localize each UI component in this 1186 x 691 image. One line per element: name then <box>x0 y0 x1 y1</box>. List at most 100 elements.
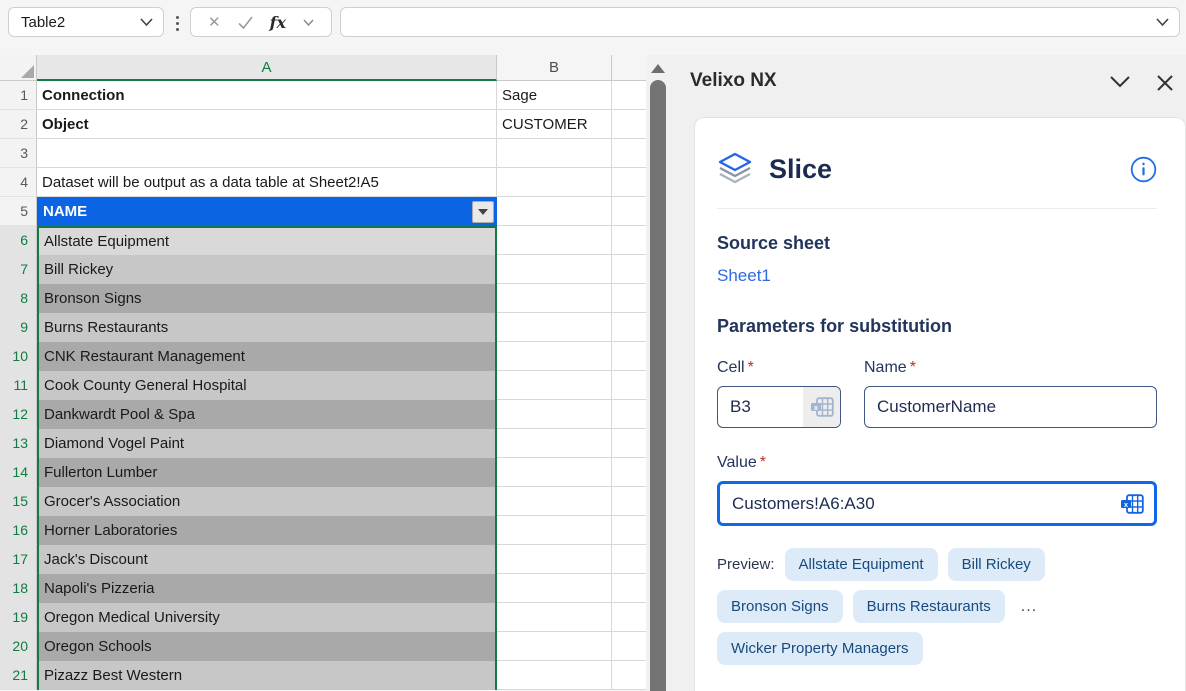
table-row-7: 7 Bill Rickey <box>0 255 646 284</box>
row-number-10[interactable]: 10 <box>0 342 37 371</box>
cell-b9[interactable] <box>497 313 612 342</box>
cell-b14[interactable] <box>497 458 612 487</box>
formula-buttons: ✕ fx <box>190 7 332 37</box>
row-number-2[interactable]: 2 <box>0 110 37 139</box>
cell-a20[interactable]: Oregon Schools <box>37 632 497 661</box>
filter-arrow-icon <box>478 209 488 215</box>
cell-a16[interactable]: Horner Laboratories <box>37 516 497 545</box>
cell-b20[interactable] <box>497 632 612 661</box>
row-number-4[interactable]: 4 <box>0 168 37 197</box>
formula-bar[interactable] <box>340 7 1180 37</box>
cell-a9[interactable]: Burns Restaurants <box>37 313 497 342</box>
name-box[interactable]: Table2 <box>8 7 164 37</box>
cell-b19[interactable] <box>497 603 612 632</box>
column-header-a[interactable]: A <box>37 55 497 81</box>
cell-a15[interactable]: Grocer's Association <box>37 487 497 516</box>
cell-a3[interactable] <box>37 139 497 168</box>
cell-a7[interactable]: Bill Rickey <box>37 255 497 284</box>
table-row-10: 10 CNK Restaurant Management <box>0 342 646 371</box>
cell-a11[interactable]: Cook County General Hospital <box>37 371 497 400</box>
cell-b12[interactable] <box>497 400 612 429</box>
cell-b4[interactable] <box>497 168 612 197</box>
column-header-b[interactable]: B <box>497 55 612 81</box>
preview-chip: Bill Rickey <box>948 548 1045 581</box>
row-number-19[interactable]: 19 <box>0 603 37 632</box>
source-sheet-link[interactable]: Sheet1 <box>717 266 771 286</box>
vertical-scrollbar[interactable] <box>646 55 670 691</box>
cell-b21[interactable] <box>497 661 612 690</box>
column-header-c[interactable] <box>612 55 646 81</box>
enter-icon[interactable] <box>238 16 253 29</box>
cell-a21[interactable]: Pizazz Best Western <box>37 661 497 690</box>
cell-b18[interactable] <box>497 574 612 603</box>
filter-dropdown-button[interactable] <box>472 201 494 223</box>
formula-bar-expand-icon[interactable] <box>1156 18 1169 26</box>
close-pane-icon[interactable] <box>1156 74 1174 92</box>
row-number-3[interactable]: 3 <box>0 139 37 168</box>
cell-b3[interactable] <box>497 139 612 168</box>
row-number-18[interactable]: 18 <box>0 574 37 603</box>
cell-b5[interactable] <box>497 197 612 226</box>
cell-a17[interactable]: Jack's Discount <box>37 545 497 574</box>
more-options-icon[interactable] <box>172 12 182 34</box>
cell-a19[interactable]: Oregon Medical University <box>37 603 497 632</box>
collapse-pane-icon[interactable] <box>1109 75 1131 88</box>
cell-a5-table-header[interactable]: NAME <box>37 197 497 226</box>
spreadsheet-grid: A B 1 Connection Sage 2 Object CUSTOMER … <box>0 55 646 690</box>
cell-a4[interactable]: Dataset will be output as a data table a… <box>37 168 497 197</box>
cancel-icon[interactable]: ✕ <box>208 13 221 31</box>
value-label: Value <box>717 454 757 471</box>
row-number-11[interactable]: 11 <box>0 371 37 400</box>
row-number-14[interactable]: 14 <box>0 458 37 487</box>
cell-a6[interactable]: Allstate Equipment <box>37 226 497 255</box>
table-row-3: 3 <box>0 139 646 168</box>
row-number-16[interactable]: 16 <box>0 516 37 545</box>
table-row-1: 1 Connection Sage <box>0 81 646 110</box>
cell-b8[interactable] <box>497 284 612 313</box>
row-number-5[interactable]: 5 <box>0 197 37 226</box>
table-row-2: 2 Object CUSTOMER <box>0 110 646 139</box>
cell-a14[interactable]: Fullerton Lumber <box>37 458 497 487</box>
value-range-picker-button[interactable]: x <box>1110 494 1154 514</box>
cell-range-picker-button[interactable]: x <box>803 387 840 427</box>
value-input[interactable] <box>720 494 1110 514</box>
cell-a13[interactable]: Diamond Vogel Paint <box>37 429 497 458</box>
cell-a8[interactable]: Bronson Signs <box>37 284 497 313</box>
cell-a1[interactable]: Connection <box>37 81 497 110</box>
row-number-15[interactable]: 15 <box>0 487 37 516</box>
row-number-6[interactable]: 6 <box>0 226 37 255</box>
cell-b11[interactable] <box>497 371 612 400</box>
cell-b16[interactable] <box>497 516 612 545</box>
cell-b7[interactable] <box>497 255 612 284</box>
cell-b1[interactable]: Sage <box>497 81 612 110</box>
cell-a18[interactable]: Napoli's Pizzeria <box>37 574 497 603</box>
cell-b6[interactable] <box>497 226 612 255</box>
slice-title: Slice <box>769 154 832 185</box>
row-number-1[interactable]: 1 <box>0 81 37 110</box>
cell-b15[interactable] <box>497 487 612 516</box>
cell-b17[interactable] <box>497 545 612 574</box>
cell-a2[interactable]: Object <box>37 110 497 139</box>
cell-a12[interactable]: Dankwardt Pool & Spa <box>37 400 497 429</box>
function-chevron-icon[interactable] <box>303 19 314 26</box>
name-input[interactable] <box>865 397 1156 417</box>
cell-b13[interactable] <box>497 429 612 458</box>
row-number-13[interactable]: 13 <box>0 429 37 458</box>
row-number-8[interactable]: 8 <box>0 284 37 313</box>
cell-a10[interactable]: CNK Restaurant Management <box>37 342 497 371</box>
cell-b2[interactable]: CUSTOMER <box>497 110 612 139</box>
row-number-7[interactable]: 7 <box>0 255 37 284</box>
insert-function-icon[interactable]: fx <box>270 13 286 32</box>
row-number-9[interactable]: 9 <box>0 313 37 342</box>
scroll-up-arrow-icon[interactable] <box>651 64 665 73</box>
cell-b10[interactable] <box>497 342 612 371</box>
row-number-21[interactable]: 21 <box>0 661 37 690</box>
cell-input[interactable] <box>718 397 803 417</box>
row-number-20[interactable]: 20 <box>0 632 37 661</box>
info-icon[interactable] <box>1130 156 1157 183</box>
row-number-12[interactable]: 12 <box>0 400 37 429</box>
scrollbar-thumb[interactable] <box>650 80 666 691</box>
select-all-button[interactable] <box>0 55 37 81</box>
row-number-17[interactable]: 17 <box>0 545 37 574</box>
name-box-chevron-icon[interactable] <box>140 18 153 26</box>
